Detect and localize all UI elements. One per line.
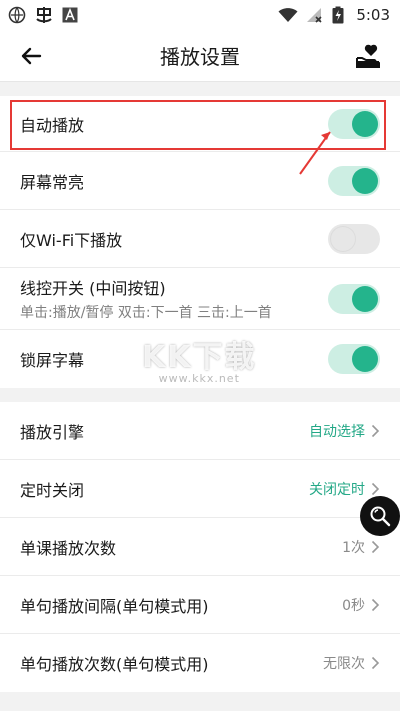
- app-notification-icon: [34, 6, 54, 24]
- wifi-icon: [278, 6, 298, 24]
- setting-label: 播放引擎: [20, 422, 85, 442]
- setting-row-sentence-repeat[interactable]: 单句播放次数(单句模式用) 无限次: [0, 634, 400, 692]
- chevron-right-icon: [371, 424, 380, 438]
- setting-row-sleep-timer[interactable]: 定时关闭 关闭定时: [0, 460, 400, 518]
- wifi-only-toggle[interactable]: [328, 223, 380, 254]
- keep-screen-on-toggle[interactable]: [328, 165, 380, 196]
- setting-row-keep-screen-on[interactable]: 屏幕常亮: [0, 152, 400, 210]
- setting-value: 无限次: [323, 656, 365, 672]
- setting-row-lesson-repeat[interactable]: 单课播放次数 1次: [0, 518, 400, 576]
- setting-value: 自动选择: [309, 423, 365, 440]
- lockscreen-lyrics-toggle[interactable]: [328, 344, 380, 374]
- setting-sublabel: 单击:播放/暂停 双击:下一首 三击:上一首: [20, 305, 272, 321]
- setting-row-lockscreen-lyrics[interactable]: 锁屏字幕: [0, 330, 400, 388]
- setting-row-wifi-only[interactable]: 仅Wi-Fi下播放: [0, 210, 400, 268]
- donate-button[interactable]: [352, 39, 386, 73]
- setting-value: 0秒: [342, 597, 365, 614]
- setting-label: 单课播放次数: [20, 538, 117, 558]
- setting-row-sentence-interval[interactable]: 单句播放间隔(单句模式用) 0秒: [0, 576, 400, 634]
- chevron-right-icon: [371, 482, 380, 496]
- chevron-right-icon: [371, 598, 380, 612]
- back-arrow-icon: [21, 47, 42, 64]
- toggle-settings-group: 自动播放 屏幕常亮 仅Wi-Fi下播放 线控开关 (中间按钮) 单击:播放/暂停…: [0, 96, 400, 388]
- remote-control-toggle[interactable]: [328, 283, 380, 314]
- setting-label: 单句播放间隔(单句模式用): [20, 596, 209, 616]
- auto-play-toggle[interactable]: [328, 108, 380, 139]
- page-title: 播放设置: [160, 45, 240, 69]
- app-header: 播放设置: [0, 30, 400, 82]
- back-button[interactable]: [14, 39, 48, 73]
- vpn-globe-icon: [8, 6, 26, 24]
- font-a-icon: [62, 6, 78, 24]
- setting-row-auto-play[interactable]: 自动播放: [0, 96, 400, 152]
- chevron-right-icon: [371, 540, 380, 554]
- setting-label: 线控开关 (中间按钮): [20, 279, 166, 298]
- setting-label: 屏幕常亮: [20, 172, 85, 192]
- setting-label: 单句播放次数(单句模式用): [20, 655, 209, 674]
- setting-label: 仅Wi-Fi下播放: [20, 230, 123, 250]
- setting-label: 锁屏字幕: [20, 351, 85, 370]
- heart-hand-icon: [356, 44, 380, 68]
- battery-charging-icon: [332, 6, 344, 24]
- setting-value: 关闭定时: [309, 481, 365, 498]
- floating-search-button[interactable]: [360, 496, 400, 536]
- nav-settings-group: 播放引擎 自动选择 定时关闭 关闭定时 单课播放次数 1次 单句播放间隔(单句模…: [0, 402, 400, 692]
- no-signal-icon: [306, 6, 324, 24]
- search-icon: [370, 506, 391, 527]
- setting-row-remote-control[interactable]: 线控开关 (中间按钮) 单击:播放/暂停 双击:下一首 三击:上一首: [0, 268, 400, 330]
- status-bar: 5:03: [0, 0, 400, 30]
- setting-label: 定时关闭: [20, 480, 85, 500]
- clock: 5:03: [356, 6, 390, 24]
- chevron-right-icon: [371, 656, 380, 670]
- setting-value: 1次: [342, 539, 365, 556]
- section-gap: [0, 388, 400, 402]
- setting-row-play-engine[interactable]: 播放引擎 自动选择: [0, 402, 400, 460]
- section-gap: [0, 82, 400, 96]
- setting-label: 自动播放: [20, 115, 85, 135]
